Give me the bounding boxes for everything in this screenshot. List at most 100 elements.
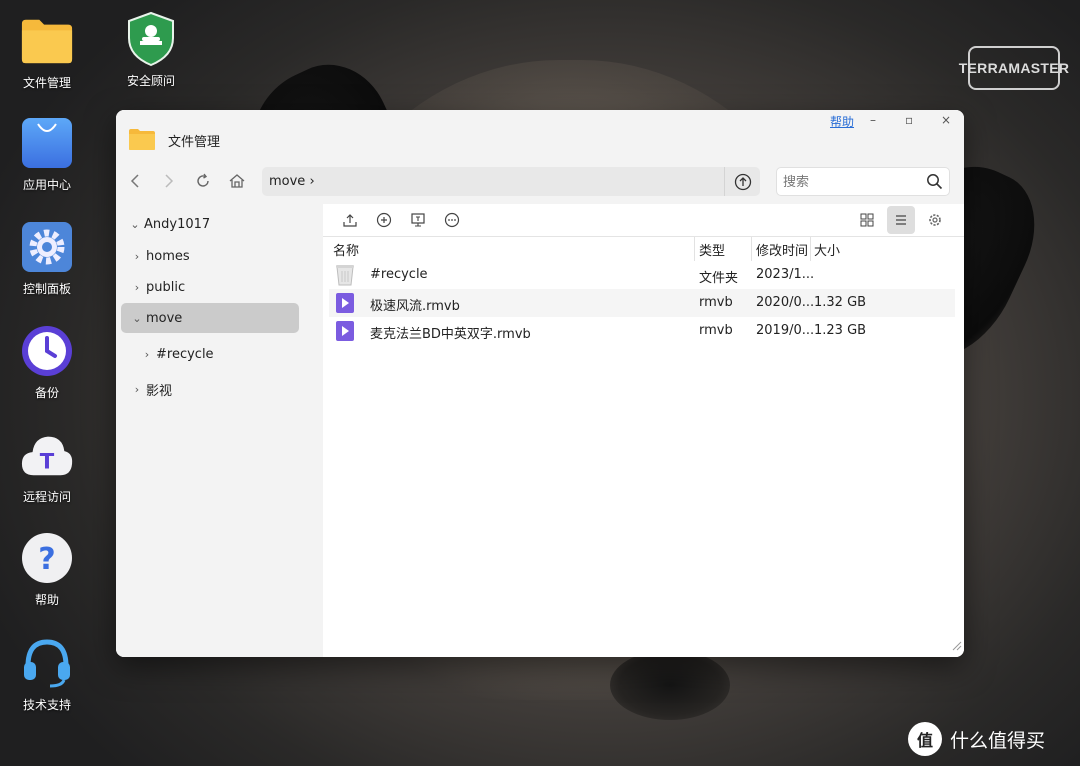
column-header-type[interactable]: 类型	[699, 240, 725, 259]
desktop-icon-app-center[interactable]: 应用中心	[2, 116, 92, 193]
chevron-right-icon[interactable]: ›	[130, 383, 144, 396]
tree-item-label: #recycle	[156, 346, 214, 362]
file-size: 1.32 GB	[814, 295, 867, 310]
resize-grip-icon	[952, 641, 962, 651]
desktop-icon-label: 文件管理	[22, 76, 71, 90]
svg-text:?: ?	[38, 542, 55, 577]
svg-text:T: T	[40, 450, 55, 475]
folder-icon	[20, 14, 74, 68]
desktop-icon-label: 技术支持	[22, 698, 71, 712]
gear-icon	[929, 214, 941, 226]
table-row[interactable]: 麦克法兰BD中英双字.rmvb rmvb 2019/0... 1.23 GB	[329, 317, 955, 345]
tree-item-label: public	[146, 279, 186, 295]
search-box[interactable]	[776, 167, 950, 196]
path-breadcrumb[interactable]: move ›	[262, 167, 760, 196]
back-button[interactable]	[124, 170, 146, 192]
settings-button[interactable]	[923, 208, 947, 232]
file-manager-window: 文件管理 帮助 – ▫ × move › 搜索 ⌄ Andy1017 › hom…	[116, 110, 964, 657]
file-modified: 2023/1...	[756, 267, 815, 282]
maximize-button[interactable]: ▫	[905, 113, 913, 127]
desktop-icon-security-advisor[interactable]: 安全顾问	[106, 11, 196, 89]
smzdm-watermark: 值 什么值得买	[908, 722, 1045, 756]
more-button[interactable]	[440, 208, 464, 232]
desktop-icon-file-manager[interactable]: 文件管理	[2, 14, 92, 91]
folder-icon	[128, 128, 156, 155]
table-row[interactable]: #recycle 文件夹 2023/1...	[329, 261, 955, 289]
tree-item-yingshi[interactable]: › 影视	[130, 374, 308, 404]
more-icon	[444, 212, 460, 228]
grid-view-button[interactable]	[855, 208, 879, 232]
column-divider[interactable]	[694, 237, 695, 261]
share-button[interactable]	[406, 208, 430, 232]
file-name: 麦克法兰BD中英双字.rmvb	[370, 327, 531, 342]
forward-button[interactable]	[158, 170, 180, 192]
search-icon[interactable]	[926, 173, 943, 194]
breadcrumb-segment[interactable]: move ›	[269, 174, 315, 189]
list-icon	[896, 215, 906, 225]
chevron-right-icon[interactable]: ›	[140, 348, 154, 361]
column-divider[interactable]	[810, 237, 811, 261]
refresh-button[interactable]	[192, 170, 214, 192]
window-titlebar[interactable]: 文件管理 帮助 – ▫ ×	[116, 110, 964, 166]
desktop-icon-remote-access[interactable]: T 远程访问	[2, 428, 92, 505]
tree-item-label: homes	[146, 248, 190, 264]
tree-item-label: 影视	[146, 383, 173, 399]
help-link[interactable]: 帮助	[830, 113, 854, 130]
desktop-icon-label: 帮助	[34, 593, 59, 607]
terramaster-logo: TERRAMASTER	[959, 46, 1069, 90]
column-header-modified[interactable]: 修改时间	[756, 240, 808, 259]
shopping-bag-icon	[20, 116, 74, 170]
file-size: 1.23 GB	[814, 323, 867, 338]
chevron-right-icon[interactable]: ›	[130, 250, 144, 263]
desktop-icon-help[interactable]: ? 帮助	[2, 531, 92, 608]
tree-item-public[interactable]: › public	[130, 272, 308, 302]
refresh-icon	[197, 173, 209, 187]
desktop-icon-label: 备份	[34, 386, 59, 400]
file-list-pane: 名称 类型 修改时间 大小 #recycle 文件夹 2023/1... 极速风…	[323, 204, 964, 657]
gear-icon	[20, 220, 74, 274]
chevron-right-icon[interactable]: ›	[130, 281, 144, 294]
chevron-down-icon[interactable]: ⌄	[130, 312, 144, 325]
home-button[interactable]	[226, 170, 248, 192]
tree-item-move[interactable]: ⌄ move	[121, 303, 299, 333]
chevron-left-icon	[130, 174, 139, 188]
tree-root-andy1017[interactable]: ⌄ Andy1017	[128, 209, 306, 239]
upload-circle-button[interactable]	[724, 167, 760, 196]
window-title: 文件管理	[168, 135, 221, 150]
watermark-text: 什么值得买	[950, 729, 1046, 752]
tree-item-recycle[interactable]: › #recycle	[140, 339, 318, 369]
monitor-icon	[411, 213, 425, 227]
file-name: 极速风流.rmvb	[370, 299, 460, 314]
chevron-down-icon[interactable]: ⌄	[128, 218, 142, 231]
file-type: rmvb	[699, 295, 733, 310]
tree-item-homes[interactable]: › homes	[130, 241, 308, 271]
desktop-icon-control-panel[interactable]: 控制面板	[2, 220, 92, 297]
column-header-size[interactable]: 大小	[814, 240, 840, 259]
column-header-name[interactable]: 名称	[333, 240, 359, 259]
upload-button[interactable]	[338, 208, 362, 232]
table-row[interactable]: 极速风流.rmvb rmvb 2020/0... 1.32 GB	[329, 289, 955, 317]
minimize-button[interactable]: –	[870, 113, 876, 127]
search-input[interactable]	[783, 172, 923, 192]
cloud-icon: T	[20, 428, 74, 482]
new-folder-button[interactable]	[372, 208, 396, 232]
file-modified: 2020/0...	[756, 295, 815, 310]
watermark-badge: 值	[908, 722, 942, 756]
column-divider[interactable]	[751, 237, 752, 261]
video-file-icon	[335, 292, 355, 318]
desktop-icon-backup[interactable]: 备份	[2, 324, 92, 401]
trash-icon	[335, 264, 355, 290]
clock-icon	[20, 324, 74, 378]
wallpaper-pug-nose	[610, 650, 730, 720]
file-type: 文件夹	[699, 271, 739, 286]
desktop-icon-label: 控制面板	[22, 282, 71, 296]
list-view-button[interactable]	[887, 206, 915, 234]
tree-item-label: Andy1017	[144, 216, 211, 232]
close-button[interactable]: ×	[941, 113, 951, 127]
window-resize-handle[interactable]	[950, 639, 962, 655]
tree-item-label: move	[146, 310, 183, 326]
folder-tree-sidebar: ⌄ Andy1017 › homes › public ⌄ move › #re…	[116, 204, 323, 657]
table-header: 名称 类型 修改时间 大小	[323, 236, 964, 261]
desktop-icon-tech-support[interactable]: 技术支持	[2, 636, 92, 713]
home-icon	[229, 174, 245, 188]
